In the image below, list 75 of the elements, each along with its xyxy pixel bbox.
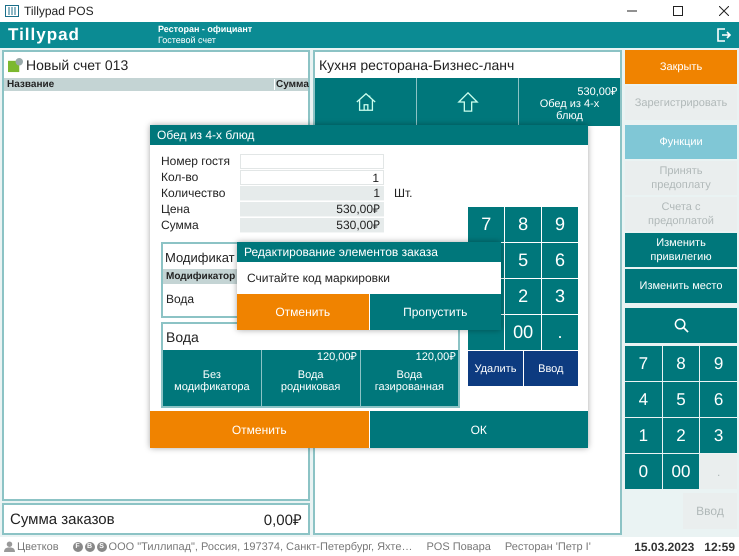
total-label: Сумма заказов xyxy=(10,510,115,528)
logout-icon[interactable] xyxy=(717,28,731,42)
input-field[interactable]: 1 xyxy=(240,170,384,184)
keypad-key[interactable]: 00 xyxy=(662,454,700,489)
modifier-row[interactable]: Вода xyxy=(163,284,198,314)
modifier-title: Модификат xyxy=(164,249,236,267)
date: 15.03.2023 xyxy=(634,540,694,554)
keypad-key[interactable]: 2 xyxy=(505,279,542,314)
keypad-key[interactable]: 00 xyxy=(505,315,542,350)
field-label: Номер гостя xyxy=(161,154,232,168)
keypad-key[interactable]: . xyxy=(542,315,578,350)
keypad-key[interactable]: 7 xyxy=(625,346,662,381)
field-label: Сумма xyxy=(161,218,200,232)
home-button[interactable] xyxy=(315,78,416,126)
group-title: Вода xyxy=(165,328,200,347)
menu-title: Кухня ресторана-Бизнес-ланч xyxy=(319,57,514,73)
keypad-key[interactable]: 2 xyxy=(662,418,700,453)
bill-icon xyxy=(8,58,23,72)
house-icon xyxy=(354,91,376,113)
field-label: Кол-во xyxy=(161,170,200,184)
keypad-key[interactable]: 3 xyxy=(700,418,737,453)
keypad-key[interactable]: 1 xyxy=(625,418,662,453)
field-label: Цена xyxy=(161,202,191,216)
prompt-title: Редактирование элементов заказа xyxy=(244,245,438,259)
input-field[interactable] xyxy=(240,154,384,168)
menu-item-button[interactable]: 530,00₽ Обед из 4-х блюд xyxy=(519,78,620,126)
up-button[interactable] xyxy=(417,78,518,126)
keypad-key[interactable]: 5 xyxy=(662,382,700,417)
unit-label: Шт. xyxy=(394,186,412,200)
input-field: 530,00₽ xyxy=(240,202,384,216)
close-icon[interactable] xyxy=(719,6,729,16)
field-label: Количество xyxy=(161,186,226,200)
terminal-name: POS Повара xyxy=(426,540,491,552)
modifier-button[interactable]: Без модификатора xyxy=(163,350,261,406)
keypad-key[interactable]: 8 xyxy=(662,346,700,381)
dialog-title: Обед из 4-х блюд xyxy=(157,128,254,142)
maximize-icon[interactable] xyxy=(673,6,683,16)
input-field: 530,00₽ xyxy=(240,218,384,232)
user-name: Цветков xyxy=(17,540,59,552)
keypad-key[interactable]: 8 xyxy=(505,207,542,242)
keypad-key[interactable]: 0 xyxy=(625,454,662,489)
column-header: Название xyxy=(6,79,56,90)
keypad-key[interactable]: 6 xyxy=(700,382,737,417)
window-title: Tillypad POS xyxy=(24,4,94,18)
keypad-key[interactable]: 5 xyxy=(505,243,542,278)
input-field: 1 xyxy=(240,186,384,200)
action-button[interactable]: Изменить место xyxy=(625,269,737,303)
modifier-button[interactable]: 120,00₽ Вода газированная xyxy=(360,350,458,406)
keypad-key[interactable]: 9 xyxy=(542,207,578,242)
skip-button[interactable]: Пропустить xyxy=(368,294,501,330)
modifier-button[interactable]: 120,00₽ Вода родниковая xyxy=(262,350,360,406)
keypad-key[interactable]: 6 xyxy=(542,243,578,278)
prompt-message: Считайте код маркировки xyxy=(247,271,390,285)
bill-title: Новый счет 013 xyxy=(26,57,128,73)
company-address: ООО "Тиллипад", Россия, 197374, Санкт-Петербург, Яхте… xyxy=(108,540,412,552)
mode-label: Гостевой счет xyxy=(158,35,217,46)
enter-button[interactable]: Ввод xyxy=(524,351,578,386)
keypad-key[interactable]: 7 xyxy=(468,207,504,242)
total-value: 0,00₽ xyxy=(264,511,302,529)
column-header: Сумма xyxy=(274,79,308,90)
keypad-key[interactable]: 3 xyxy=(542,279,578,314)
time: 12:59 xyxy=(704,540,735,554)
logo: Tillypad xyxy=(8,25,81,45)
action-button[interactable]: Изменить привилегию xyxy=(625,233,737,267)
user-icon xyxy=(4,541,15,552)
column-header: Модификатор xyxy=(163,269,238,284)
search-icon xyxy=(674,318,688,333)
ok-button[interactable]: ОК xyxy=(368,411,588,448)
delete-button[interactable]: Удалить xyxy=(468,351,523,386)
app-icon xyxy=(5,5,19,17)
keypad-key[interactable]: 4 xyxy=(625,382,662,417)
restaurant-name: Ресторан 'Петр I' xyxy=(504,540,591,552)
role-label: Ресторан - официант xyxy=(158,24,252,35)
keypad-key[interactable]: 9 xyxy=(700,346,737,381)
up-arrow-icon xyxy=(456,91,478,113)
